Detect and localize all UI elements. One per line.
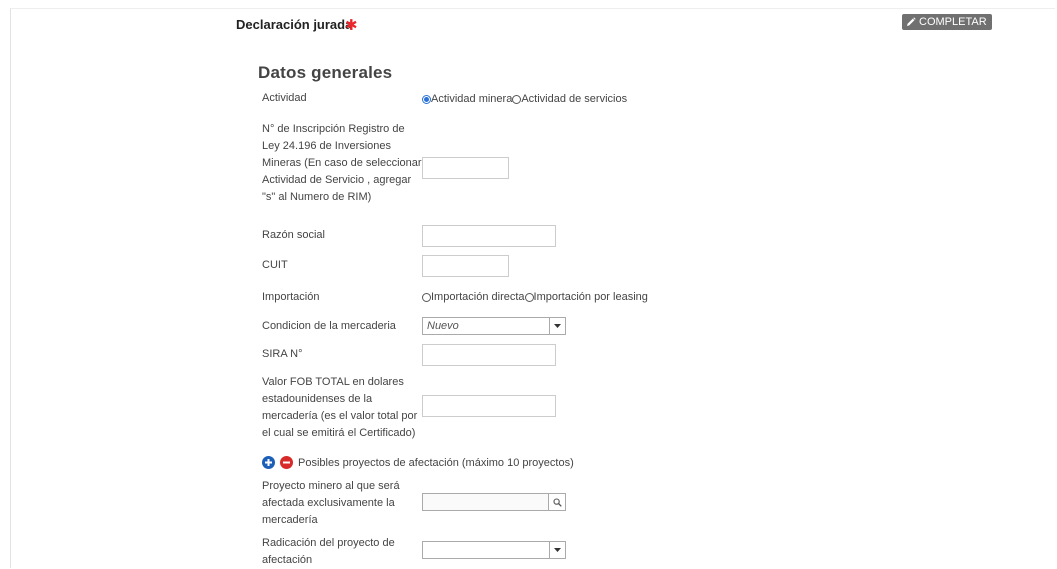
minus-icon — [283, 461, 290, 464]
razon-social-label: Razón social — [262, 229, 325, 241]
required-asterisk-icon: ✱ — [345, 17, 358, 34]
proyecto-minero-label: Proyecto minero al que será afectada exc… — [262, 480, 400, 526]
sira-label: SIRA N° — [262, 348, 303, 360]
condicion-select[interactable]: Nuevo — [422, 317, 566, 335]
importacion-directa-label: Importación directa — [431, 291, 525, 303]
importacion-radio-group: Importación directa Importación por leas… — [422, 291, 648, 303]
proyectos-row: Posibles proyectos de afectación (máximo… — [262, 456, 574, 469]
actividad-label: Actividad — [262, 92, 307, 104]
importacion-label: Importación — [262, 291, 320, 303]
actividad-radio-group: Actividad minera Actividad de servicios — [422, 93, 627, 105]
search-icon[interactable] — [548, 494, 565, 510]
inscripcion-label: N° de Inscripción Registro de Ley 24.196… — [262, 123, 422, 203]
actividad-minera-radio[interactable] — [422, 94, 431, 104]
actividad-minera-label: Actividad minera — [431, 93, 513, 105]
condicion-selected-value: Nuevo — [427, 320, 459, 332]
razon-social-input[interactable] — [422, 225, 556, 247]
importacion-leasing-radio[interactable] — [524, 292, 534, 302]
sira-input[interactable] — [422, 344, 556, 366]
complete-button-label: COMPLETAR — [919, 16, 987, 28]
cuit-input[interactable] — [422, 255, 509, 277]
radicacion-label: Radicación del proyecto de afectación — [262, 537, 395, 566]
caret-down-icon[interactable] — [549, 542, 565, 558]
section-title: Datos generales — [258, 63, 393, 82]
inscripcion-input[interactable] — [422, 157, 509, 179]
condicion-label: Condicion de la mercaderia — [262, 320, 396, 332]
complete-button[interactable]: COMPLETAR — [902, 14, 992, 30]
plus-icon — [265, 459, 272, 466]
cuit-label: CUIT — [262, 259, 288, 271]
pencil-icon — [906, 17, 916, 27]
form-panel — [10, 8, 1055, 568]
remove-project-button[interactable] — [280, 456, 293, 469]
radicacion-select[interactable] — [422, 541, 566, 559]
proyectos-label: Posibles proyectos de afectación (máximo… — [298, 456, 574, 469]
valor-fob-label: Valor FOB TOTAL en dolares estadounidens… — [262, 376, 418, 439]
proyecto-minero-lookup[interactable] — [422, 493, 566, 511]
page-title: Declaración jurada — [236, 17, 353, 32]
valor-fob-input[interactable] — [422, 395, 556, 417]
actividad-servicios-label: Actividad de servicios — [521, 93, 628, 105]
actividad-servicios-radio[interactable] — [512, 94, 522, 104]
importacion-directa-radio[interactable] — [422, 292, 431, 302]
importacion-leasing-label: Importación por leasing — [533, 291, 648, 303]
add-project-button[interactable] — [262, 456, 275, 469]
caret-down-icon[interactable] — [549, 318, 565, 334]
proyecto-minero-field[interactable] — [423, 494, 548, 510]
